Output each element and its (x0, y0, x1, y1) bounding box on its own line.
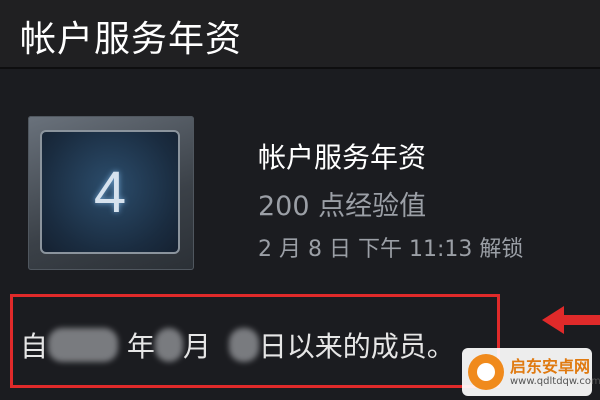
red-arrow-icon (542, 306, 600, 334)
achievement-points: 200 点经验值 (258, 191, 427, 222)
achievement-badge: 4 (28, 116, 194, 270)
watermark: 启东安卓网 www.qdltdqw.com (462, 348, 600, 396)
member-since-text: 自 年月 日以来的成员。 (20, 325, 455, 365)
redacted-day (228, 328, 259, 362)
member-since-prefix: 自 (20, 330, 49, 363)
achievement-unlock-time: 2 月 8 日 下午 11:13 解锁 (258, 237, 524, 262)
member-since-month-label: 月 (182, 330, 211, 363)
badge-number: 4 (93, 159, 127, 225)
watermark-url: www.qdltdqw.com (510, 376, 600, 387)
member-since-year-label: 年 (126, 330, 155, 363)
redacted-month (154, 328, 183, 362)
redacted-year (48, 328, 119, 362)
watermark-title: 启东安卓网 (510, 357, 591, 376)
page-title: 帐户服务年资 (20, 19, 243, 60)
watermark-logo-icon (468, 354, 504, 390)
member-since-suffix: 日以来的成员。 (258, 330, 455, 363)
badge-icon: 4 (40, 130, 180, 254)
page-header: 帐户服务年资 (0, 0, 600, 69)
achievement-title: 帐户服务年资 (258, 141, 427, 174)
